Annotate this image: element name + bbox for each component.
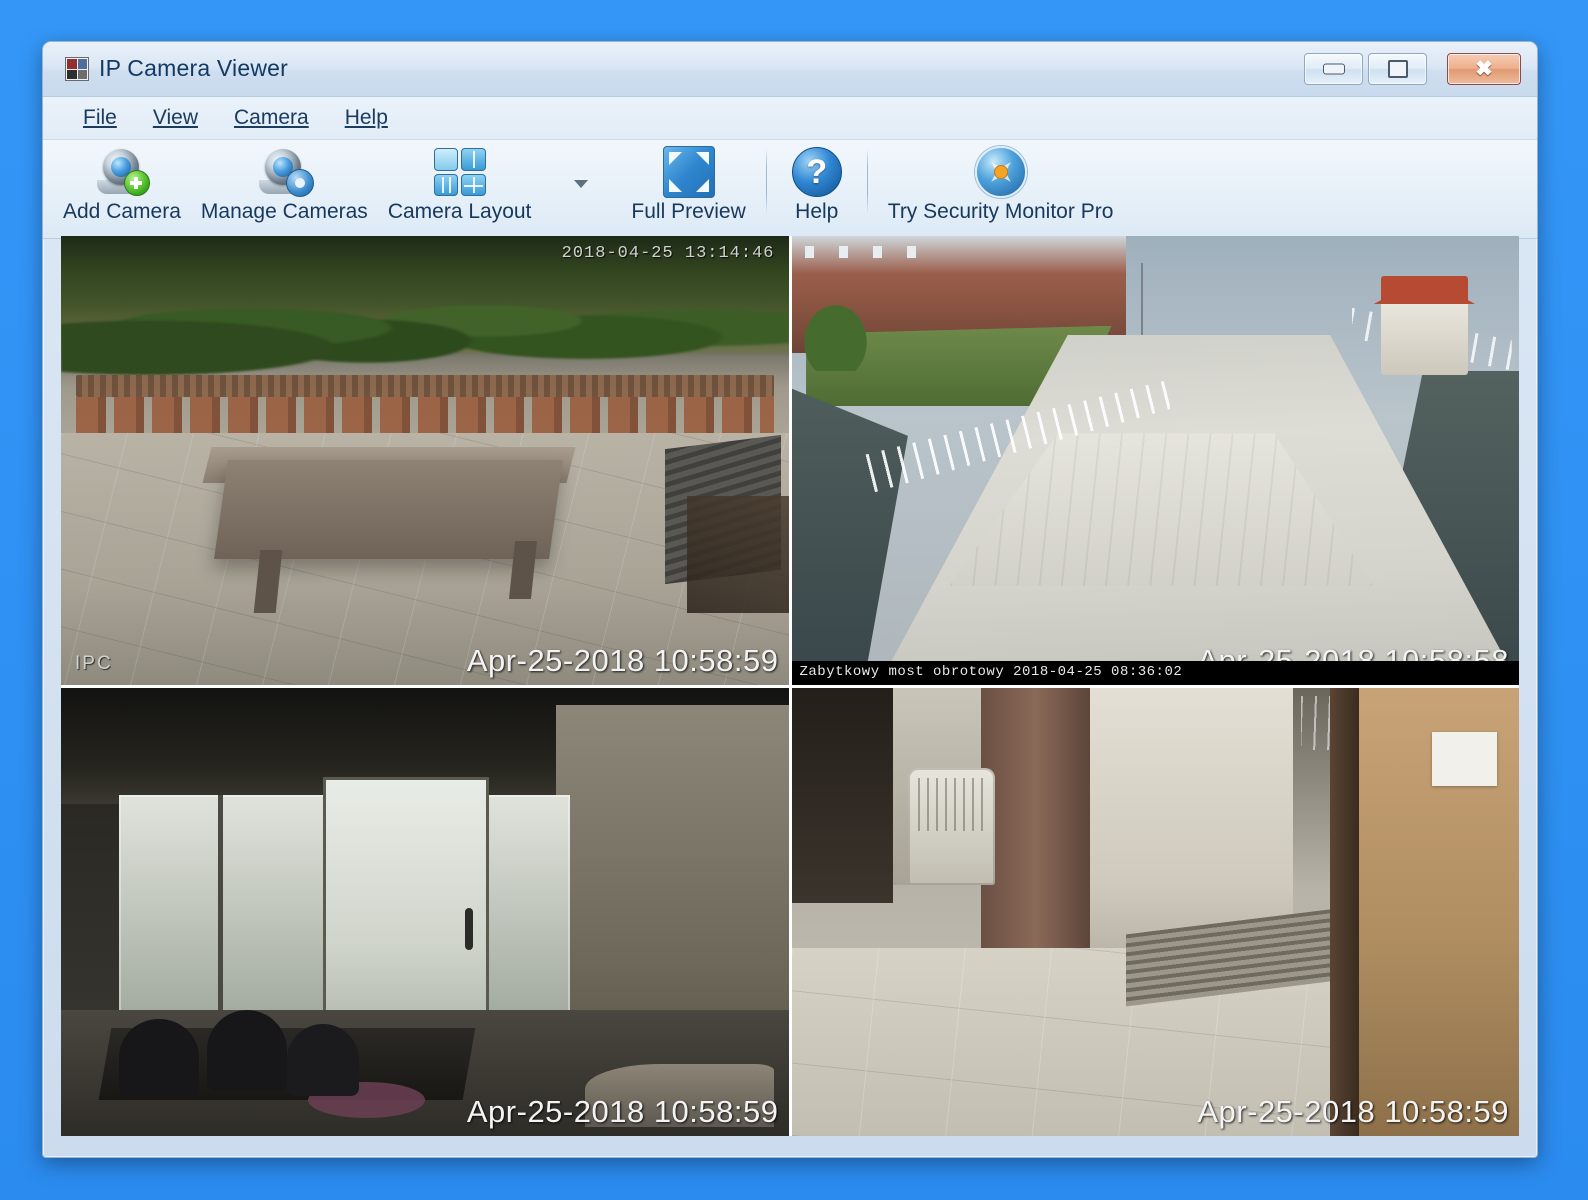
camera-2-osd-bar: Zabytkowy most obrotowy 2018-04-25 08:36…: [791, 660, 1519, 685]
menu-bar: File View Camera Help: [43, 97, 1537, 140]
camera-layout-dropdown[interactable]: [541, 140, 621, 188]
camera-3-timestamp: Apr-25-2018 10:58:59: [466, 1094, 779, 1129]
toolbar-separator-1: [765, 148, 767, 214]
menu-item-view-label: View: [152, 106, 198, 129]
menu-item-help-label: Help: [344, 106, 388, 129]
help-icon: ?: [791, 146, 842, 198]
camera-panel-1[interactable]: 2018-04-25 13:14:46 IPC Apr-25-2018 10:5…: [61, 236, 789, 685]
maximize-icon: [1387, 60, 1408, 78]
toolbar-separator-2: [866, 148, 868, 214]
security-monitor-pro-icon: [974, 146, 1027, 198]
app-grid-icon: [65, 57, 89, 81]
help-button[interactable]: ? Help: [777, 140, 857, 224]
menu-item-camera[interactable]: Camera: [216, 102, 327, 134]
camera-1-watermark: IPC: [75, 652, 113, 674]
desktop-background: IP Camera Viewer ✖ File View Camera Help…: [0, 0, 1588, 1200]
menu-item-camera-label: Camera: [233, 106, 309, 129]
camera-feed-2: [791, 236, 1519, 685]
add-camera-icon: [96, 146, 150, 198]
full-preview-button[interactable]: Full Preview: [621, 140, 755, 224]
camera-layout-button[interactable]: Camera Layout: [378, 140, 542, 224]
help-label: Help: [795, 200, 839, 223]
minimize-icon: [1322, 63, 1345, 75]
title-bar: IP Camera Viewer ✖: [43, 42, 1537, 97]
camera-panel-3[interactable]: Apr-25-2018 10:58:59: [61, 687, 789, 1136]
window-title: IP Camera Viewer: [99, 55, 288, 81]
add-camera-button[interactable]: Add Camera: [53, 140, 191, 224]
full-preview-icon: [662, 146, 715, 198]
camera-panel-2[interactable]: Apr-25-2018 10:58:58 Zabytkowy most obro…: [791, 236, 1519, 685]
toolbar: Add Camera Manage Cameras Camera Layout …: [43, 140, 1537, 239]
manage-cameras-label: Manage Cameras: [200, 200, 368, 223]
maximize-button[interactable]: [1368, 53, 1427, 85]
chevron-down-icon: [574, 180, 589, 188]
camera-layout-icon: [433, 146, 486, 198]
close-icon: ✖: [1475, 57, 1493, 81]
camera-grid: 2018-04-25 13:14:46 IPC Apr-25-2018 10:5…: [61, 236, 1519, 1136]
app-window: IP Camera Viewer ✖ File View Camera Help…: [42, 41, 1538, 1158]
camera-panel-4[interactable]: Apr-25-2018 10:58:59: [791, 687, 1519, 1136]
plus-badge-icon: [123, 170, 150, 196]
menu-item-view[interactable]: View: [135, 102, 216, 134]
manage-cameras-button[interactable]: Manage Cameras: [191, 140, 378, 224]
try-security-monitor-pro-label: Try Security Monitor Pro: [887, 200, 1114, 223]
menu-item-file[interactable]: File: [65, 102, 135, 134]
camera-feed-4: [791, 687, 1519, 1136]
camera-feed-1: [61, 236, 789, 685]
menu-item-file-label: File: [83, 106, 117, 129]
full-preview-label: Full Preview: [631, 200, 746, 223]
camera-2-osd-text: Zabytkowy most obrotowy 2018-04-25 08:36…: [799, 663, 1183, 680]
add-camera-label: Add Camera: [63, 200, 181, 223]
camera-1-embedded-osd: 2018-04-25 13:14:46: [561, 244, 775, 263]
manage-cameras-icon: [259, 146, 315, 198]
menu-item-help[interactable]: Help: [327, 102, 406, 134]
camera-feed-3: [61, 687, 789, 1136]
gear-badge-icon: [286, 169, 315, 197]
camera-4-timestamp: Apr-25-2018 10:58:59: [1197, 1094, 1509, 1129]
minimize-button[interactable]: [1304, 53, 1363, 85]
camera-layout-label: Camera Layout: [387, 200, 532, 223]
camera-1-timestamp: Apr-25-2018 10:58:59: [466, 642, 779, 678]
close-button[interactable]: ✖: [1447, 53, 1521, 85]
try-security-monitor-pro-button[interactable]: Try Security Monitor Pro: [878, 140, 1124, 224]
